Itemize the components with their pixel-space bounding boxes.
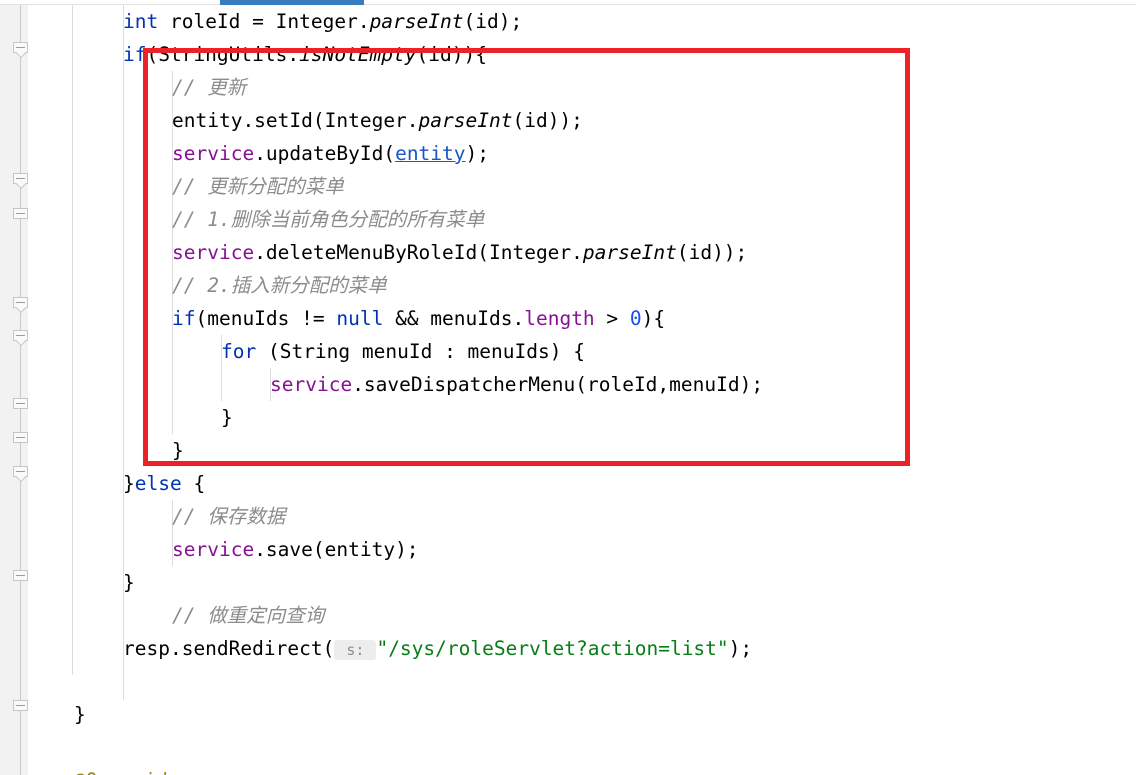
code-token: .deleteMenuByRoleId(Integer. [254, 241, 583, 264]
code-line[interactable]: // 做重定向查询 [172, 599, 324, 632]
code-line[interactable]: // 更新 [172, 71, 246, 104]
code-line[interactable]: } [123, 566, 135, 599]
code-token: .saveDispatcherMenu(roleId,menuId); [352, 373, 764, 396]
code-line[interactable]: entity.setId(Integer.parseInt(id)); [172, 104, 583, 137]
code-token: // 做重定向查询 [172, 604, 325, 627]
code-token: length [524, 307, 595, 330]
code-token: (id); [463, 10, 523, 33]
code-token: int [123, 10, 159, 33]
code-token: (menuIds != [195, 307, 337, 330]
code-line[interactable]: // 保存数据 [172, 500, 285, 533]
code-token: entity.setId(Integer. [172, 109, 419, 132]
code-line[interactable]: if(menuIds != null && menuIds.length > 0… [172, 302, 665, 335]
code-token[interactable]: entity [395, 142, 465, 165]
code-token: parseInt [369, 10, 464, 33]
code-line[interactable]: // 2.插入新分配的菜单 [172, 269, 387, 302]
code-line[interactable]: }else { [123, 467, 205, 500]
code-line[interactable]: service.save(entity); [172, 533, 419, 566]
code-token: } [172, 439, 184, 462]
code-line[interactable]: resp.sendRedirect( s: "/sys/roleServlet?… [123, 632, 752, 665]
code-token: ){ [641, 307, 666, 330]
code-token: (id)); [512, 109, 583, 132]
code-token: resp.sendRedirect( [123, 637, 335, 660]
code-line[interactable]: service.updateById(entity); [172, 137, 489, 170]
code-token: for [221, 340, 257, 363]
code-token: (StringUtils. [146, 43, 300, 66]
code-token: ); [465, 142, 490, 165]
code-token: "/sys/roleServlet?action=list" [376, 637, 729, 660]
code-token: // 1.删除当前角色分配的所有菜单 [172, 208, 485, 231]
code-token: isNotEmpty [299, 43, 417, 66]
code-token: // 更新分配的菜单 [172, 175, 344, 198]
code-token: service [172, 142, 255, 165]
code-token: roleId = Integer. [158, 10, 370, 33]
code-token: service [172, 538, 255, 561]
code-line[interactable]: } [74, 698, 86, 731]
code-token: null [336, 307, 384, 330]
code-line[interactable]: service.saveDispatcherMenu(roleId,menuId… [270, 368, 763, 401]
code-token: // 2.插入新分配的菜单 [172, 274, 387, 297]
code-token: (id)); [676, 241, 748, 264]
code-line[interactable]: service.deleteMenuByRoleId(Integer.parse… [172, 236, 747, 269]
code-token: service [172, 241, 255, 264]
code-line[interactable]: // 更新分配的菜单 [172, 170, 344, 203]
code-token: } [123, 571, 135, 594]
code-line[interactable]: for (String menuId : menuIds) { [221, 335, 585, 368]
code-token: // 保存数据 [172, 505, 286, 528]
code-line[interactable]: } [221, 401, 233, 434]
code-token: (id)){ [416, 43, 487, 66]
code-token: s: [334, 640, 377, 660]
code-token: > [594, 307, 630, 330]
code-token: && menuIds. [383, 307, 525, 330]
code-token: { [181, 472, 206, 495]
code-token: } [221, 406, 233, 429]
code-line[interactable]: // 1.删除当前角色分配的所有菜单 [172, 203, 484, 236]
code-token: ); [728, 637, 753, 660]
code-token: .updateById( [254, 142, 396, 165]
code-token: // 更新 [172, 76, 247, 99]
code-token: 0 [629, 307, 642, 330]
code-line[interactable]: if(StringUtils.isNotEmpty(id)){ [123, 38, 487, 71]
active-tab-indicator[interactable] [220, 0, 364, 5]
code-token: (String menuId : menuIds) { [256, 340, 585, 363]
code-token: @Override [74, 769, 180, 775]
code-line[interactable]: @Override [74, 764, 180, 775]
code-line[interactable]: } [172, 434, 184, 467]
code-token: } [74, 703, 86, 726]
code-token: .save(entity); [254, 538, 419, 561]
code-editor[interactable]: int roleId = Integer.parseInt(id); if(Str… [0, 0, 1136, 775]
editor-top-divider [0, 4, 1136, 5]
code-token: else [134, 472, 182, 495]
code-token: if [172, 307, 196, 330]
code-token: if [123, 43, 147, 66]
code-line[interactable]: int roleId = Integer.parseInt(id); [123, 5, 522, 38]
code-token: } [123, 472, 135, 495]
code-text-surface[interactable]: int roleId = Integer.parseInt(id); if(Str… [0, 0, 1136, 775]
code-token: parseInt [582, 241, 677, 264]
code-token: service [270, 373, 353, 396]
code-token: parseInt [418, 109, 513, 132]
